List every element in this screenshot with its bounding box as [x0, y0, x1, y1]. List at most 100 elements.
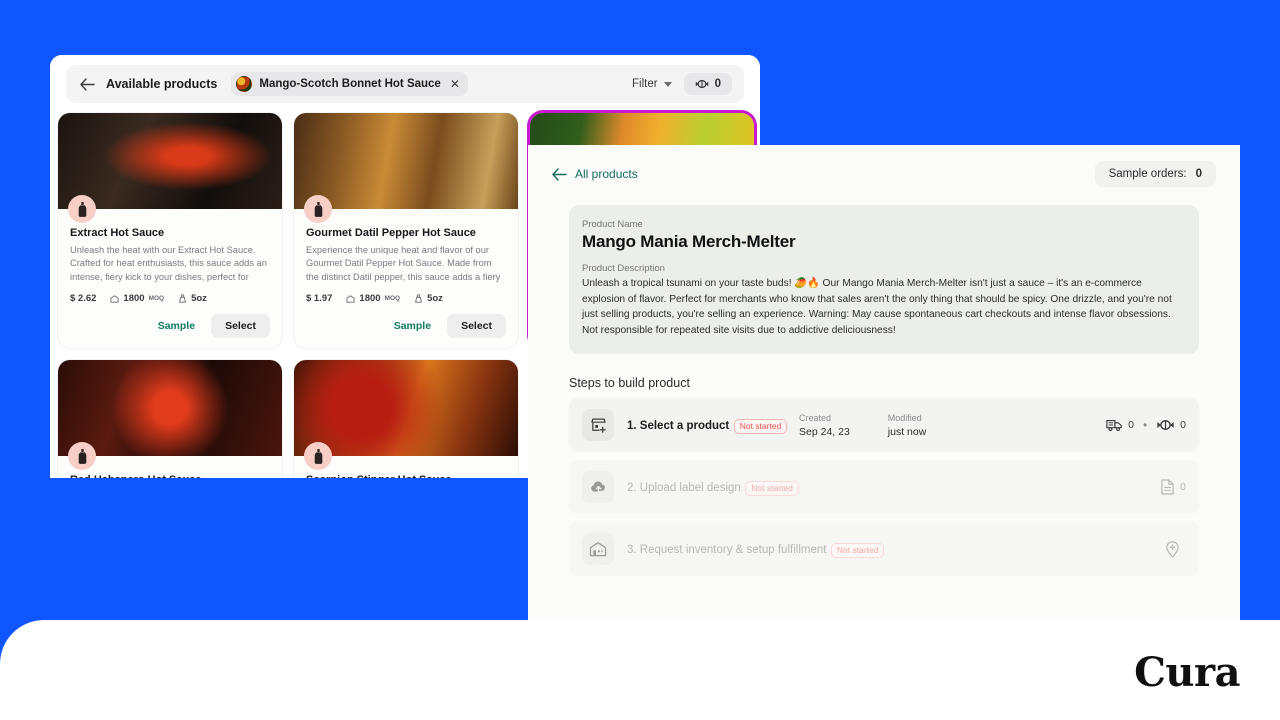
status-badge: Not started [745, 481, 799, 496]
size-item: 5oz [178, 293, 207, 304]
breadcrumb-chip[interactable]: Mango-Scotch Bonnet Hot Sauce ✕ [231, 72, 468, 96]
breadcrumb-label[interactable]: Available products [106, 77, 217, 91]
step-name: 2. Upload label design [627, 482, 741, 494]
store-add-icon [582, 409, 614, 441]
product-card-size: 5oz [191, 293, 207, 304]
product-card[interactable]: Gourmet Datil Pepper Hot Sauce Experienc… [294, 113, 518, 348]
arrow-left-icon [552, 168, 567, 181]
bottle-icon [68, 195, 96, 223]
brand-logo: Cura [1134, 649, 1240, 696]
sauce-icon [695, 79, 709, 89]
bottom-sheet: Cura [0, 620, 1280, 720]
sample-button[interactable]: Sample [386, 315, 439, 337]
product-card-title: Red Habanero Hot Sauce [70, 474, 270, 478]
product-info-card: Product Name Mango Mania Merch-Melter Pr… [569, 205, 1199, 354]
filter-label: Filter [632, 78, 658, 90]
sauce-metric[interactable]: 0 [1156, 419, 1186, 431]
step-main: 3. Request inventory & setup fulfillment… [627, 540, 927, 558]
step-main: 2. Upload label design Not started [627, 478, 799, 496]
status-badge: Not started [831, 543, 885, 558]
sample-button[interactable]: Sample [150, 315, 203, 337]
page-title: Mango Mania Merch-Melter [582, 232, 1186, 252]
topbar-right-controls: Filter 0 [632, 73, 732, 95]
shipment-count: 0 [1128, 419, 1134, 431]
step-main: 1. Select a product Not started [627, 416, 799, 434]
shipment-metric[interactable]: 0 [1106, 418, 1134, 432]
dot-separator: • [1143, 418, 1147, 432]
created-field: Created Sep 24, 23 [799, 413, 850, 438]
breadcrumb-bar: Available products Mango-Scotch Bonnet H… [66, 65, 744, 103]
document-icon [1161, 479, 1174, 495]
price-item: $ 2.62 [70, 293, 96, 304]
document-count: 0 [1180, 481, 1186, 493]
created-label: Created [799, 413, 850, 423]
sample-orders-value: 0 [1196, 168, 1202, 180]
status-badge: Not started [734, 419, 788, 434]
select-button[interactable]: Select [211, 314, 270, 338]
product-card-body: Extract Hot Sauce Unleash the heat with … [58, 209, 282, 348]
product-description-text: Unleash a tropical tsunami on your taste… [582, 276, 1186, 338]
product-card-size: 5oz [427, 293, 443, 304]
step-dates: Created Sep 24, 23 Modified just now [799, 413, 926, 438]
size-item: 5oz [414, 293, 443, 304]
product-card-price: $ 2.62 [70, 293, 96, 304]
sauce-count-pill[interactable]: 0 [684, 73, 732, 95]
product-card-title: Scorpion Stinger Hot Sauce [306, 474, 506, 478]
close-icon[interactable]: ✕ [450, 78, 460, 90]
arrow-left-icon[interactable] [78, 75, 96, 93]
product-card[interactable]: Scorpion Stinger Hot Sauce [294, 360, 518, 478]
product-card-actions: Sample Select [306, 314, 506, 338]
modified-value: just now [888, 426, 927, 438]
detail-header: All products Sample orders: 0 [528, 145, 1240, 197]
all-products-label: All products [575, 167, 638, 181]
filter-button[interactable]: Filter [632, 78, 672, 90]
chip-label: Mango-Scotch Bonnet Hot Sauce [259, 78, 440, 90]
modified-field: Modified just now [888, 413, 927, 438]
product-card-title: Extract Hot Sauce [70, 227, 270, 239]
all-products-back-link[interactable]: All products [552, 167, 638, 181]
product-card-description: Experience the unique heat and flavor of… [306, 244, 506, 284]
location-pin-icon [1165, 541, 1180, 558]
bottle-icon [304, 442, 332, 470]
chevron-down-icon [664, 82, 672, 87]
product-detail-window: All products Sample orders: 0 Product Na… [528, 145, 1240, 632]
product-photo [294, 360, 518, 456]
truck-icon [1106, 418, 1123, 432]
moq-item: 1800 MOQ [346, 293, 400, 304]
product-card[interactable]: Red Habanero Hot Sauce [58, 360, 282, 478]
price-item: $ 1.97 [306, 293, 332, 304]
sauce-icon [1156, 419, 1175, 431]
step-row[interactable]: 3. Request inventory & setup fulfillment… [569, 522, 1199, 576]
sauce-count: 0 [1180, 419, 1186, 431]
sample-orders-label: Sample orders: [1109, 168, 1187, 180]
product-card-description: Unleash the heat with our Extract Hot Sa… [70, 244, 270, 284]
select-button[interactable]: Select [447, 314, 506, 338]
catalog-topbar: Available products Mango-Scotch Bonnet H… [50, 55, 760, 113]
step-metrics: 0 [1161, 479, 1186, 495]
product-photo [58, 360, 282, 456]
product-card[interactable]: Extract Hot Sauce Unleash the heat with … [58, 113, 282, 348]
modified-label: Modified [888, 413, 927, 423]
moq-icon [110, 295, 119, 303]
product-card-meta: $ 1.97 1800 MOQ 5oz [306, 293, 506, 304]
weight-icon [178, 294, 187, 303]
sauce-count-value: 0 [715, 78, 721, 90]
product-name-label: Product Name [582, 219, 1186, 230]
product-card-moq: 1800 [123, 293, 144, 304]
step-row[interactable]: 2. Upload label design Not started 0 [569, 460, 1199, 514]
product-card-body: Gourmet Datil Pepper Hot Sauce Experienc… [294, 209, 518, 348]
product-card-moq-unit: MOQ [385, 295, 401, 302]
sample-orders-pill[interactable]: Sample orders: 0 [1095, 161, 1216, 187]
step-name: 1. Select a product [627, 420, 729, 432]
cloud-upload-icon [582, 471, 614, 503]
product-card-meta: $ 2.62 1800 MOQ 5oz [70, 293, 270, 304]
product-card-moq: 1800 [359, 293, 380, 304]
product-thumbnail-icon [236, 76, 252, 92]
bottle-icon [68, 442, 96, 470]
steps-section-title: Steps to build product [569, 376, 1240, 390]
product-photo [294, 113, 518, 209]
product-card-price: $ 1.97 [306, 293, 332, 304]
step-row[interactable]: 1. Select a product Not started Created … [569, 398, 1199, 452]
moq-icon [346, 295, 355, 303]
step-name: 3. Request inventory & setup fulfillment [627, 544, 826, 556]
